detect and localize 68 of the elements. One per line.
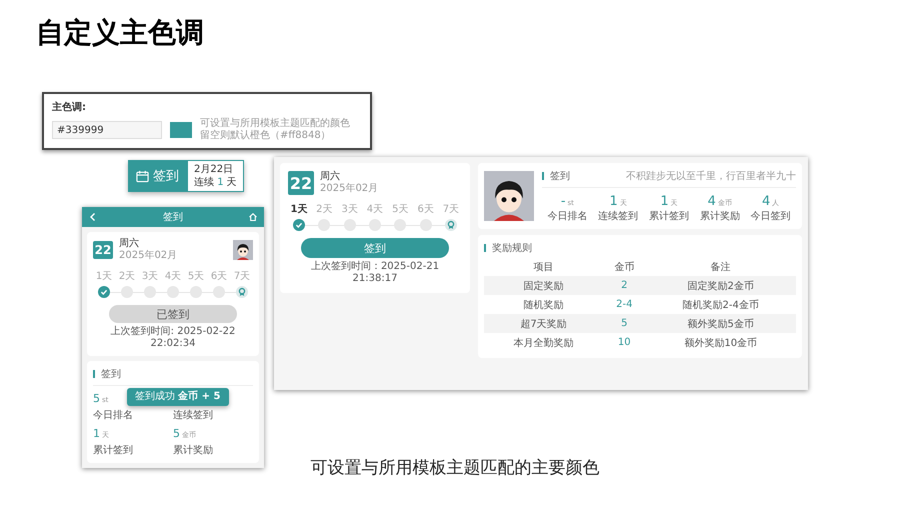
day-label: 7天 [442,203,460,216]
sign-in-button[interactable]: 签到 [301,238,449,258]
month-text: 2025年02月 [119,250,178,262]
stat-label: 累计奖励 [700,210,740,223]
stat-label: 连续签到 [598,210,638,223]
stat-label: 累计签到 [93,444,133,457]
day-label: 6天 [210,270,228,283]
table-cell: 额外奖励5金币 [645,314,796,333]
day-label: 7天 [232,270,252,283]
day-label: 4天 [366,203,384,216]
motto-text: 不积跬步无以至千里，行百里者半九十 [626,170,796,183]
table-cell: 固定奖励 [484,276,604,295]
avatar-drawing [233,240,253,260]
date-badge: 22 [288,171,314,195]
home-icon[interactable] [248,212,258,222]
color-swatch[interactable] [170,122,192,138]
date-badge: 22 [93,241,113,259]
table-cell: 随机奖励 [484,295,604,314]
weekday-text: 周六 [320,171,341,183]
day-label: 4天 [164,270,182,283]
hint-text: 可设置与所用模板主题匹配的颜色 [200,118,350,130]
stat-label: 今日签到 [750,210,791,223]
section-title: 签到 [550,170,570,183]
section-title: 奖励规则 [492,242,532,255]
calendar-icon [136,170,149,182]
table-cell: 本月全勤奖励 [484,333,604,352]
last-sign-text: 上次签到时间：2025-02-21 21:38:17 [310,261,440,285]
sign-in-button[interactable]: 签到 [128,160,187,192]
table-cell: 5 [603,314,646,333]
date-text: 2月22日 [194,163,234,176]
day-label: 5天 [391,203,410,216]
table-cell: 超7天奖励 [484,314,604,333]
column-header: 金币 [603,258,646,276]
color-input-field[interactable]: #339999 [52,121,162,139]
field-label: 主色调: [52,100,87,114]
day-label: 5天 [186,270,206,283]
back-icon[interactable] [88,212,98,222]
stat-label: 累计签到 [648,210,689,223]
day-label: 2天 [315,203,334,216]
streak-text: 连续 1 天 [194,176,237,189]
day-label: 6天 [416,203,435,216]
month-text: 2025年02月 [320,183,378,195]
header-title: 签到 [163,211,183,224]
table-cell: 2-4 [603,295,646,314]
hint-text: 留空则默认橙色（#ff8848） [200,130,332,142]
last-sign-text: 上次签到时间: 2025-02-22 22:02:34 [110,326,236,350]
slide-title: 自定义主色调 [36,15,204,51]
day-label: 1天 [94,270,114,283]
column-header: 备注 [645,258,796,276]
day-label: 3天 [140,270,160,283]
table-cell: 10 [603,333,646,352]
table-cell: 固定奖励2金币 [645,276,796,295]
table-cell: 2 [603,276,646,295]
table-cell: 额外奖励10金币 [645,333,796,352]
day-label: 1天 [290,203,308,216]
stat-label: 累计奖励 [173,444,213,457]
weekday-text: 周六 [119,238,140,250]
day-label: 2天 [118,270,136,283]
stat-label: 连续签到 [173,408,213,422]
stat-label: 今日排名 [547,210,588,223]
stat-label: 今日排名 [93,408,133,422]
section-title: 签到 [101,368,121,381]
avatar-drawing [484,169,534,223]
success-toast: 签到成功 金币 + 5 [127,388,228,406]
column-header: 项目 [484,258,604,276]
table-cell: 随机奖励2-4金币 [645,295,796,314]
caption-text: 可设置与所用模板主题匹配的主要颜色 [310,457,600,479]
day-label: 3天 [340,203,359,216]
